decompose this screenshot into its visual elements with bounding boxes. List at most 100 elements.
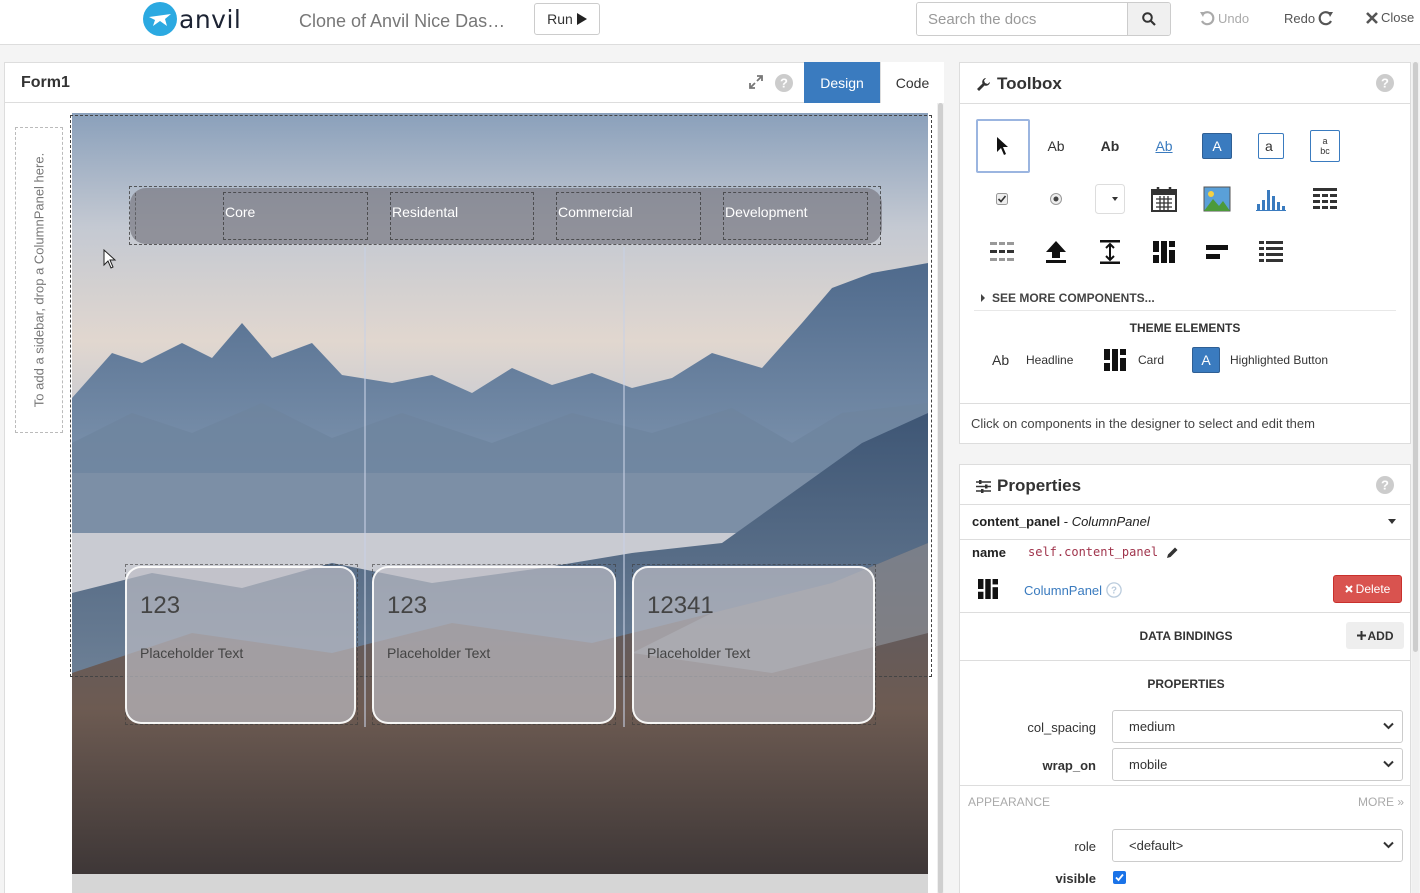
properties-section-title: PROPERTIES [1147, 677, 1225, 691]
wrap-on-value: mobile [1129, 757, 1168, 772]
col-spacing-value: medium [1129, 719, 1176, 734]
fileloader-tool[interactable] [1030, 226, 1082, 278]
columnpanel-tool[interactable] [1138, 226, 1190, 278]
component-docs-link[interactable]: ColumnPanel ? [1024, 582, 1122, 598]
chevron-down-icon[interactable] [1388, 519, 1396, 524]
linearpanel-icon [1206, 245, 1228, 259]
help-icon[interactable]: ? [775, 74, 793, 92]
undo-button[interactable]: Undo [1199, 10, 1249, 26]
designer-scrollbar[interactable] [937, 103, 944, 893]
textarea-tool[interactable]: a bc [1299, 120, 1351, 172]
textarea-icon-line2: bc [1320, 146, 1330, 156]
nav-item-core[interactable]: Core [223, 192, 368, 240]
toolbox-title: Toolbox [976, 74, 1062, 94]
role-label: role [1074, 839, 1096, 854]
stat-card[interactable]: 12341 Placeholder Text [632, 566, 875, 724]
dropdown-icon [1095, 184, 1125, 214]
image-icon [1203, 186, 1231, 212]
link-tool[interactable]: Ab [1138, 120, 1190, 172]
theme-elements-title: THEME ELEMENTS [1129, 321, 1241, 335]
docs-search [916, 2, 1171, 36]
help-icon[interactable]: ? [1106, 582, 1122, 598]
datagrid-icon [1313, 188, 1337, 209]
headline-tool[interactable]: Ab [1084, 120, 1136, 172]
logo-text: anvil [179, 4, 242, 34]
redo-button[interactable]: Redo [1284, 10, 1334, 26]
label-tool[interactable]: Ab [1030, 120, 1082, 172]
flowpanel-tool[interactable] [1245, 226, 1297, 278]
theme-item-highlighted-button[interactable]: A Highlighted Button [1192, 346, 1328, 374]
close-button[interactable]: Close [1366, 10, 1414, 25]
nav-item-residental[interactable]: Residental [390, 192, 534, 240]
toolbox-title-text: Toolbox [997, 74, 1062, 93]
undo-icon [1200, 11, 1215, 26]
name-value-text: self.content_panel [1028, 545, 1159, 559]
panel-scrollbar[interactable] [1412, 62, 1419, 893]
app-title[interactable]: Clone of Anvil Nice Das… [299, 11, 505, 32]
play-icon [576, 13, 587, 25]
nav-item-commercial[interactable]: Commercial [556, 192, 701, 240]
textbox-tool[interactable]: a [1245, 120, 1297, 172]
name-value[interactable]: self.content_panel [1028, 545, 1179, 559]
card-text: Placeholder Text [647, 645, 751, 661]
properties-divider [960, 539, 1410, 540]
button-icon: A [1202, 133, 1232, 159]
radio-tool[interactable] [1030, 173, 1082, 225]
theme-item-card[interactable]: Card [1104, 346, 1164, 374]
checkbox-tool[interactable] [976, 173, 1028, 225]
run-button[interactable]: Run [534, 3, 600, 35]
chevron-right-icon [981, 294, 985, 302]
nav-item-development[interactable]: Development [723, 192, 868, 240]
datepicker-icon [1151, 187, 1177, 212]
help-icon[interactable]: ? [1376, 476, 1394, 494]
sidebar-hint: To add a sidebar, drop a ColumnPanel her… [31, 152, 47, 408]
search-button[interactable] [1127, 3, 1170, 35]
svg-text:?: ? [780, 76, 788, 91]
datepicker-tool[interactable] [1138, 173, 1190, 225]
card-text: Placeholder Text [387, 645, 491, 661]
linearpanel-tool[interactable] [1191, 226, 1243, 278]
anvil-logo[interactable]: anvil [143, 2, 241, 36]
dropdown-tool[interactable] [1084, 173, 1136, 225]
repeatingpanel-tool[interactable] [976, 226, 1028, 278]
add-binding-button[interactable]: ADD [1346, 622, 1404, 649]
visible-checkbox[interactable] [1113, 871, 1126, 884]
wrap-on-select[interactable]: mobile [1112, 748, 1403, 781]
search-input[interactable] [917, 3, 1127, 35]
scrollbar-thumb[interactable] [938, 103, 943, 893]
sidebar-drop-zone[interactable]: To add a sidebar, drop a ColumnPanel her… [15, 127, 63, 433]
tab-code[interactable]: Code [880, 62, 944, 103]
headline-icon: Ab [992, 352, 1010, 368]
more-toggle[interactable]: MORE » [1358, 795, 1404, 809]
card-number: 123 [387, 592, 428, 619]
stat-card[interactable]: 123 Placeholder Text [372, 566, 616, 724]
properties-divider [960, 660, 1410, 661]
pointer-tool[interactable] [976, 119, 1030, 173]
scrollbar-thumb[interactable] [1413, 62, 1418, 652]
component-docs-label: ColumnPanel [1024, 582, 1103, 598]
datagrid-tool[interactable] [1299, 173, 1351, 225]
visible-label: visible [1055, 871, 1096, 886]
theme-item-headline[interactable]: Ab Headline [992, 346, 1073, 374]
mouse-cursor-icon [103, 249, 117, 269]
properties-title-text: Properties [997, 476, 1082, 495]
card-text: Placeholder Text [140, 645, 244, 661]
image-tool[interactable] [1191, 173, 1243, 225]
spacer-tool[interactable] [1084, 226, 1136, 278]
help-icon[interactable]: ? [1376, 74, 1394, 92]
see-more-components[interactable]: SEE MORE COMPONENTS... [980, 291, 1155, 305]
stat-card[interactable]: 123 Placeholder Text [125, 566, 356, 724]
role-select[interactable]: <default> [1112, 829, 1403, 862]
anvil-logo-icon [143, 2, 177, 36]
pencil-icon[interactable] [1166, 546, 1179, 559]
chevron-down-icon [1383, 760, 1394, 768]
sliders-icon [976, 479, 991, 493]
component-selector[interactable]: content_panel - ColumnPanel [972, 514, 1150, 529]
button-tool[interactable]: A [1191, 120, 1243, 172]
delete-button[interactable]: Delete [1333, 575, 1402, 603]
col-spacing-select[interactable]: medium [1112, 710, 1403, 743]
undo-label: Undo [1218, 10, 1250, 26]
tab-design[interactable]: Design [804, 62, 880, 103]
expand-icon[interactable] [749, 75, 763, 89]
plot-tool[interactable] [1245, 173, 1297, 225]
